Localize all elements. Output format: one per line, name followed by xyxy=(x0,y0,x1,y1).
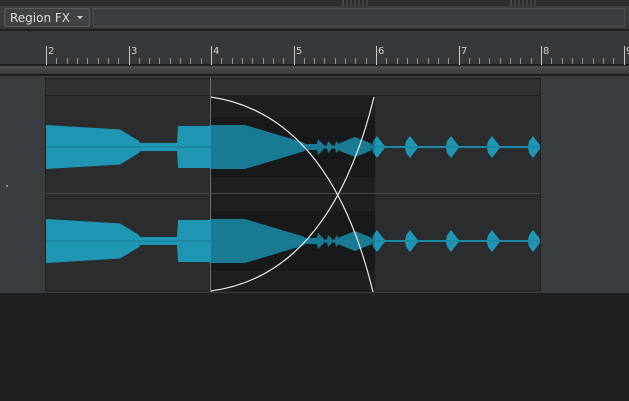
ruler-minor-tick xyxy=(531,58,532,64)
ruler-minor-tick xyxy=(77,58,78,64)
ruler-minor-tick xyxy=(407,58,408,64)
ruler-minor-tick xyxy=(242,58,243,64)
ruler-minor-tick xyxy=(190,58,191,64)
track-header-marker xyxy=(6,185,8,187)
ruler-minor-tick xyxy=(397,58,398,64)
ruler-minor-tick xyxy=(87,58,88,64)
ruler-minor-tick xyxy=(428,58,429,64)
ruler-major-tick xyxy=(376,46,377,65)
ruler-divider xyxy=(0,66,629,75)
editor-toolbar: Region FX xyxy=(0,0,629,30)
toolbar-top-strip xyxy=(0,0,629,6)
ruler-label-2: 2 xyxy=(48,46,55,57)
toolbar-grip xyxy=(342,0,370,6)
ruler-major-tick xyxy=(129,46,130,65)
ruler-minor-tick xyxy=(180,58,181,64)
ruler-minor-tick xyxy=(510,58,511,64)
ruler-minor-tick xyxy=(520,58,521,64)
ruler-minor-tick xyxy=(479,58,480,64)
ruler-minor-tick xyxy=(386,58,387,64)
timeline-ruler[interactable]: 2 3 4 5 6 7 8 9 xyxy=(0,31,629,65)
toolbar-grip xyxy=(510,0,538,6)
ruler-minor-tick xyxy=(355,58,356,64)
empty-editor-pane xyxy=(0,293,629,401)
ruler-minor-tick xyxy=(551,58,552,64)
ruler-minor-tick xyxy=(252,58,253,64)
ruler-minor-tick xyxy=(221,58,222,64)
ruler-minor-tick xyxy=(170,58,171,64)
ruler-label-4: 4 xyxy=(213,46,220,57)
ruler-minor-tick xyxy=(613,58,614,64)
ruler-major-tick xyxy=(294,46,295,65)
ruler-minor-tick xyxy=(149,58,150,64)
ruler-minor-tick xyxy=(304,58,305,64)
ruler-minor-tick xyxy=(582,58,583,64)
ruler-major-tick xyxy=(541,46,542,65)
ruler-minor-tick xyxy=(417,58,418,64)
ruler-minor-tick xyxy=(335,58,336,64)
ruler-major-tick xyxy=(46,46,47,65)
audio-region-header[interactable] xyxy=(45,78,541,96)
ruler-minor-tick xyxy=(159,58,160,64)
region-fx-dropdown[interactable]: Region FX xyxy=(4,8,90,27)
ruler-minor-tick xyxy=(314,58,315,64)
ruler-minor-tick xyxy=(366,58,367,64)
region-boundary[interactable] xyxy=(210,78,211,292)
ruler-minor-tick xyxy=(572,58,573,64)
ruler-minor-tick xyxy=(489,58,490,64)
ruler-minor-tick xyxy=(345,58,346,64)
ruler-major-tick xyxy=(211,46,212,65)
ruler-minor-tick xyxy=(283,58,284,64)
ruler-label-8: 8 xyxy=(543,46,550,57)
ruler-minor-tick xyxy=(67,58,68,64)
toolbar-field xyxy=(93,8,625,27)
ruler-minor-tick xyxy=(324,58,325,64)
ruler-minor-tick xyxy=(118,58,119,64)
ruler-label-6: 6 xyxy=(378,46,385,57)
ruler-minor-tick xyxy=(603,58,604,64)
ruler-minor-tick xyxy=(108,58,109,64)
crossfade-zone[interactable] xyxy=(211,96,375,292)
ruler-minor-tick xyxy=(438,58,439,64)
ruler-label-5: 5 xyxy=(296,46,303,57)
ruler-major-tick xyxy=(624,46,625,65)
region-fx-dropdown-label: Region FX xyxy=(10,10,71,25)
ruler-minor-tick xyxy=(448,58,449,64)
ruler-minor-tick xyxy=(201,58,202,64)
chevron-down-icon xyxy=(77,16,83,19)
ruler-minor-tick xyxy=(98,58,99,64)
ruler-minor-tick xyxy=(500,58,501,64)
ruler-minor-tick xyxy=(232,58,233,64)
ruler-minor-tick xyxy=(273,58,274,64)
ruler-minor-tick xyxy=(263,58,264,64)
ruler-minor-tick xyxy=(593,58,594,64)
ruler-minor-tick xyxy=(469,58,470,64)
ruler-label-3: 3 xyxy=(131,46,138,57)
ruler-minor-tick xyxy=(56,58,57,64)
channel-separator xyxy=(46,193,540,194)
ruler-minor-tick xyxy=(562,58,563,64)
ruler-label-7: 7 xyxy=(461,46,468,57)
ruler-major-tick xyxy=(459,46,460,65)
ruler-minor-tick xyxy=(139,58,140,64)
